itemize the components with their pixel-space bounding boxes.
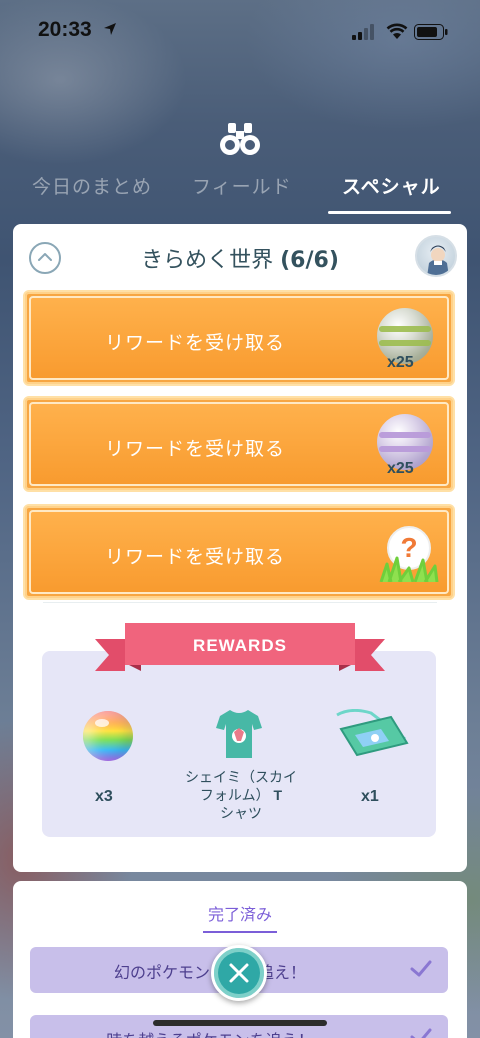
reward-quantity: x3 <box>95 788 113 805</box>
active-tab-indicator <box>328 211 451 214</box>
reward-quantity: x25 <box>387 354 414 371</box>
divider <box>43 602 437 603</box>
completed-research-title: 時を越えるポケモンを追え！ <box>30 1027 390 1038</box>
close-button[interactable] <box>211 945 267 1001</box>
checkmark-icon <box>410 960 432 977</box>
binoculars-icon <box>220 123 260 155</box>
wifi-icon <box>386 23 408 39</box>
cellular-signal-icon <box>352 24 374 40</box>
completed-research-title: 幻のポケモンの姿を追え！ <box>113 963 306 982</box>
tshirt-name-suffix: T <box>273 787 283 803</box>
claim-reward-label: リワードを受け取る <box>104 438 285 460</box>
tab-completed[interactable]: 完了済み <box>13 901 467 925</box>
reward-quantity: x25 <box>387 460 414 477</box>
tshirt-icon <box>216 710 262 758</box>
rainbow-ball-icon <box>83 711 133 761</box>
claim-reward-row[interactable]: リワードを受け取る x25 <box>23 396 455 492</box>
mystery-encounter-icon: ? <box>379 522 439 582</box>
battery-icon <box>414 24 448 40</box>
home-indicator[interactable] <box>153 1020 327 1026</box>
research-title-text: きらめく世界 <box>141 248 274 273</box>
tab-today-summary[interactable]: 今日のまとめ <box>32 172 152 199</box>
tab-special[interactable]: スペシャル <box>342 172 441 199</box>
grass-icon <box>379 556 439 582</box>
special-research-card: きらめく世界 (6/6) リワードを受け取る x25 リワードを受け取る x25… <box>13 224 467 872</box>
status-bar: 20:33 <box>0 0 480 60</box>
close-icon <box>229 963 249 983</box>
rewards-banner-text: REWARDS <box>193 636 287 655</box>
location-arrow-icon <box>104 23 116 35</box>
ticket-icon <box>336 709 409 757</box>
status-time: 20:33 <box>38 18 92 41</box>
tshirt-name-line3: シャツ <box>220 805 262 821</box>
research-progress: (6/6) <box>280 248 339 273</box>
research-title: きらめく世界 (6/6) <box>13 242 467 274</box>
completed-research-item[interactable]: 時を越えるポケモンを追え！ <box>30 1015 448 1038</box>
completed-tab-indicator <box>203 931 277 933</box>
claim-reward-label: リワードを受け取る <box>104 546 285 568</box>
claim-reward-label: リワードを受け取る <box>104 332 285 354</box>
tab-field[interactable]: フィールド <box>192 172 292 199</box>
tshirt-reward-label: シェイミ（スカイフォルム） T シャツ <box>181 768 301 822</box>
reward-quantity: x1 <box>361 788 379 805</box>
claim-reward-row[interactable]: リワードを受け取る x25 <box>23 290 455 386</box>
checkmark-icon <box>410 1028 432 1038</box>
claim-reward-row[interactable]: リワードを受け取る ? <box>23 504 455 600</box>
professor-avatar <box>415 235 457 277</box>
